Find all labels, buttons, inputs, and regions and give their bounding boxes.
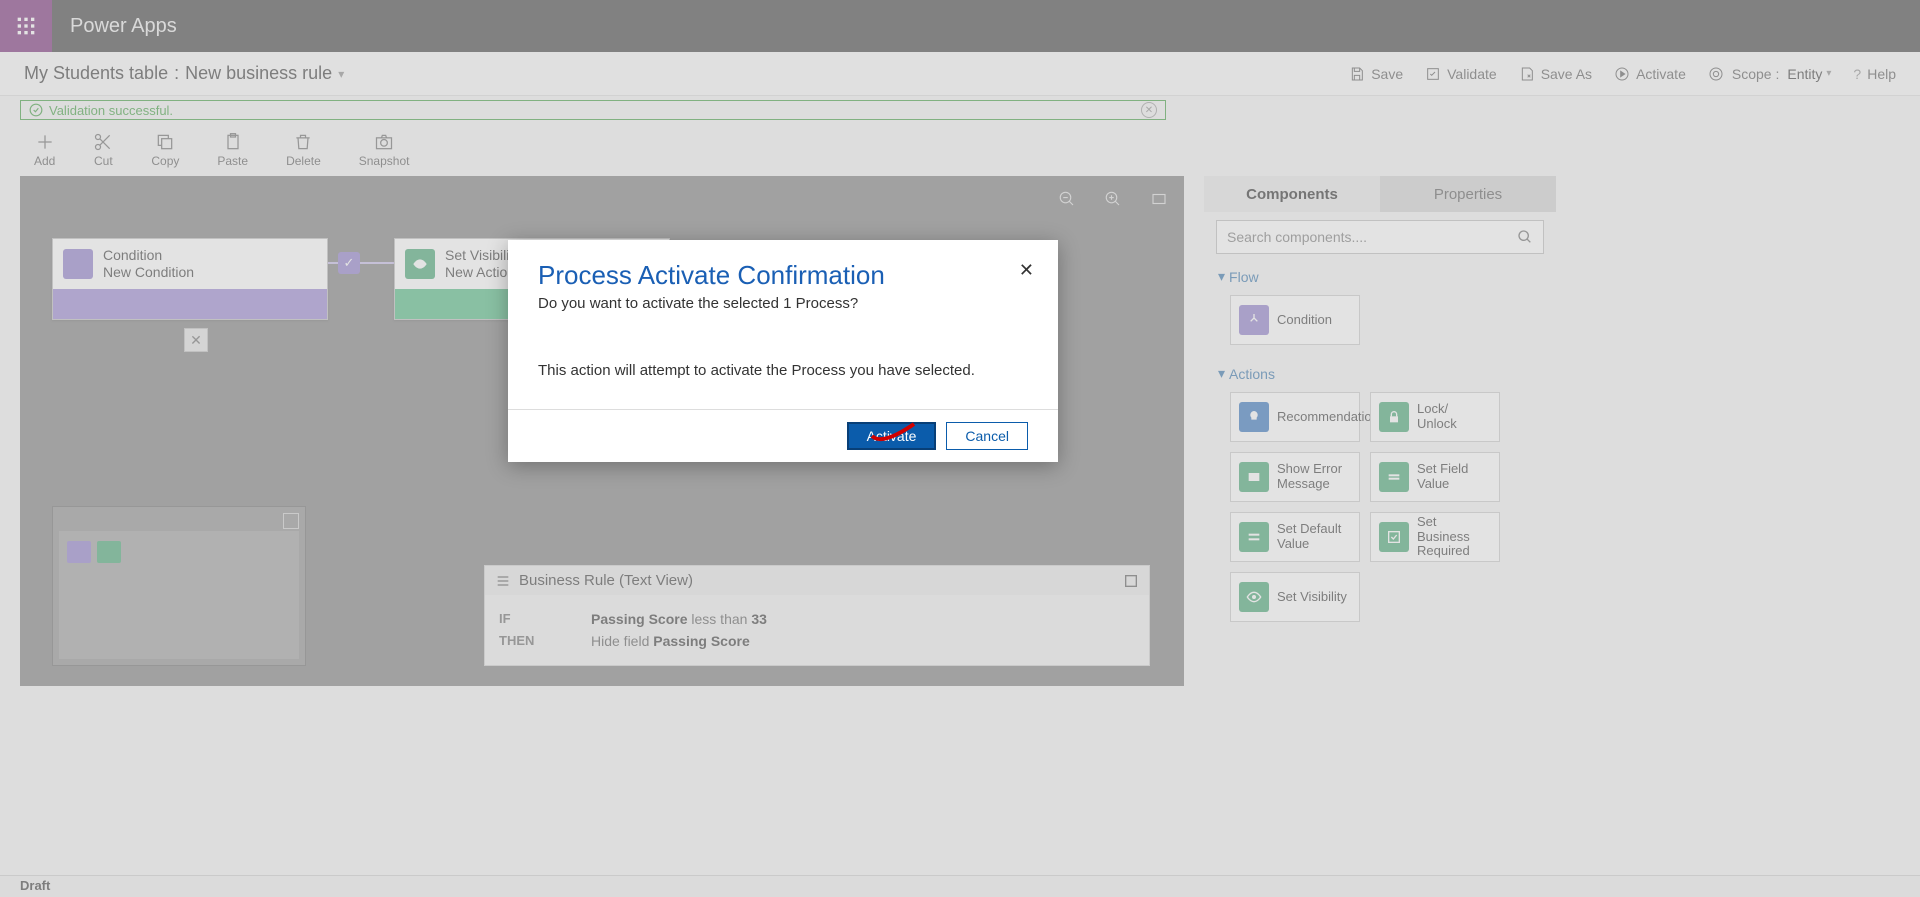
annotation-checkmark	[868, 418, 918, 453]
dialog-subtitle: Do you want to activate the selected 1 P…	[538, 295, 1028, 312]
dialog-actions: Activate Cancel	[508, 409, 1058, 462]
close-dialog-button[interactable]: ✕	[1019, 260, 1034, 281]
cancel-button[interactable]: Cancel	[946, 422, 1028, 450]
dialog-body: This action will attempt to activate the…	[538, 362, 1028, 379]
dialog-title: Process Activate Confirmation	[538, 260, 1028, 291]
activate-confirmation-dialog: ✕ Process Activate Confirmation Do you w…	[508, 240, 1058, 462]
